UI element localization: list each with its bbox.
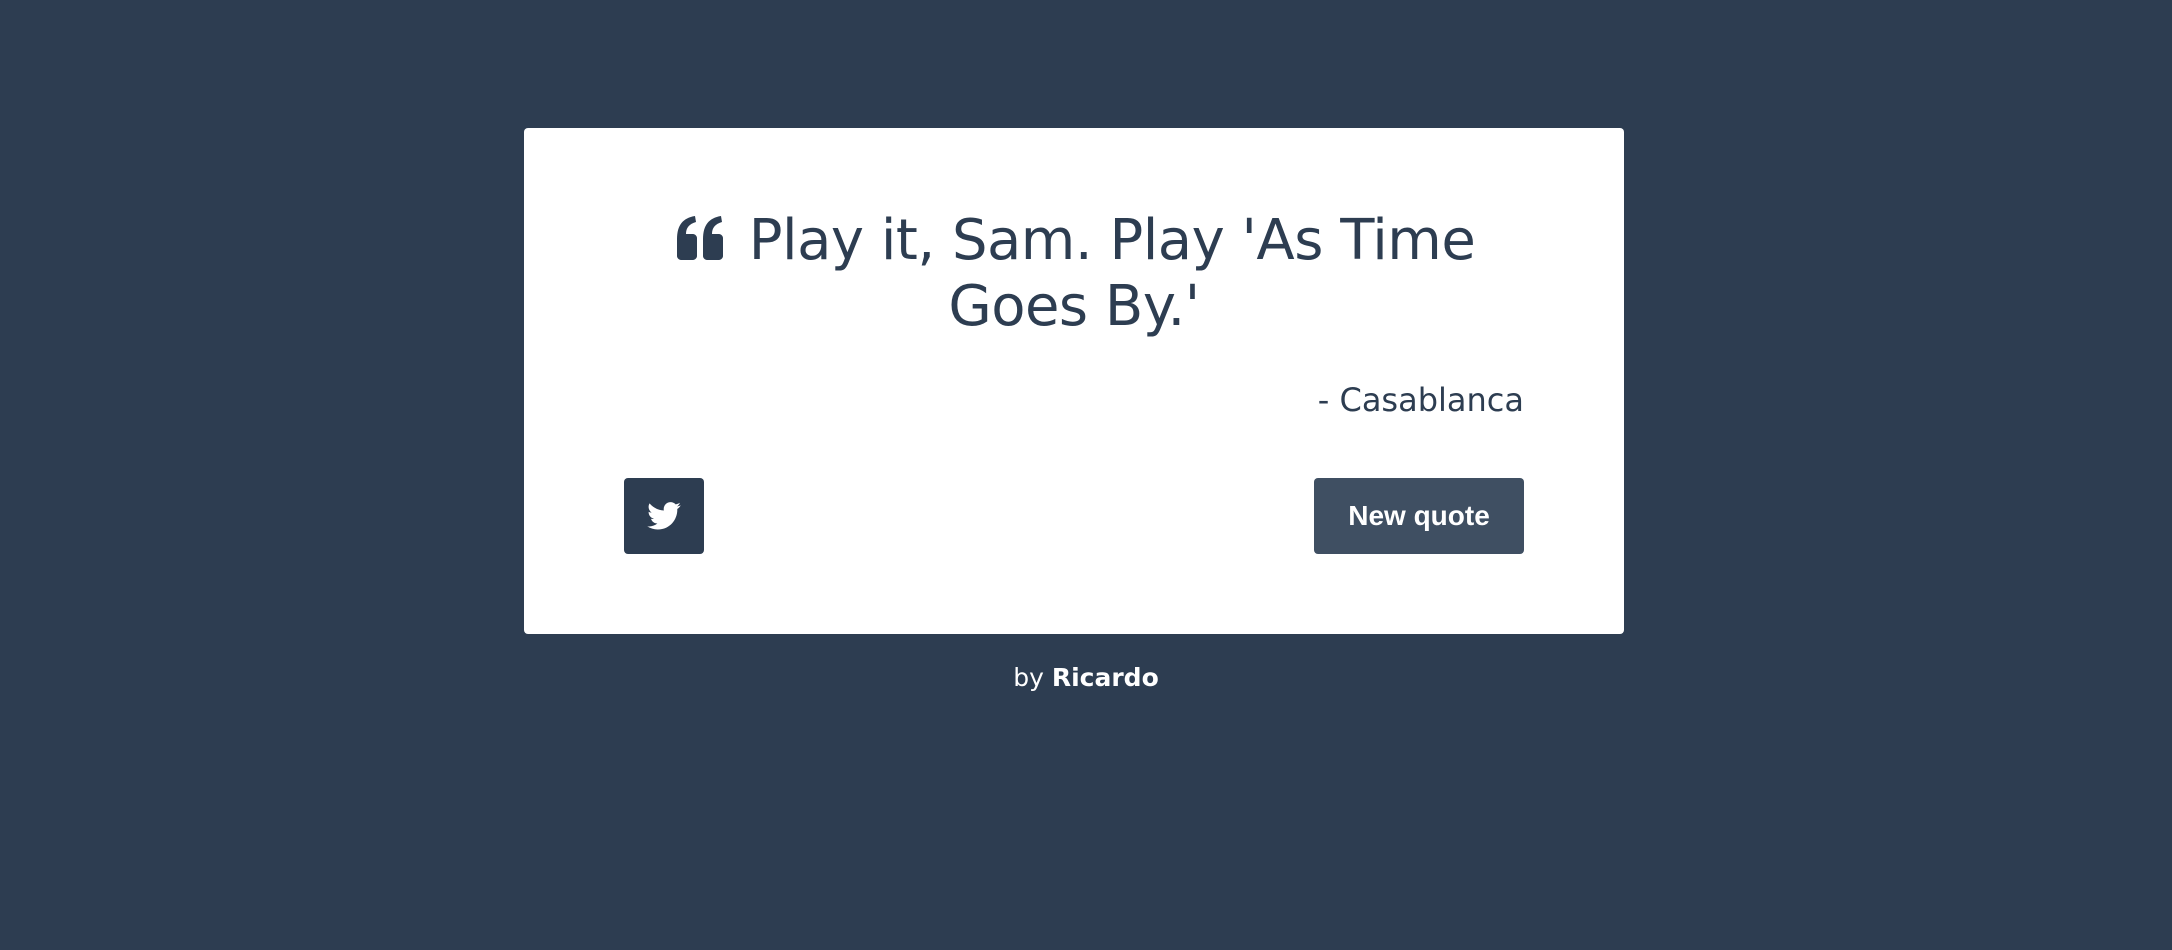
page: Play it, Sam. Play 'As Time Goes By.' - … xyxy=(0,0,2172,950)
footer: by Ricardo xyxy=(0,660,2172,696)
tweet-quote-button[interactable] xyxy=(624,478,704,554)
quote-text: Play it, Sam. Play 'As Time Goes By.' xyxy=(748,208,1476,339)
footer-prefix: by xyxy=(1013,663,1044,692)
quote-author: - Casablanca xyxy=(1317,381,1524,419)
quote-text-container: Play it, Sam. Play 'As Time Goes By.' xyxy=(624,208,1524,340)
quote-left-icon xyxy=(673,215,727,261)
twitter-icon xyxy=(647,502,681,530)
new-quote-button[interactable]: New quote xyxy=(1314,478,1524,554)
footer-author-link[interactable]: Ricardo xyxy=(1052,663,1159,692)
quote-box: Play it, Sam. Play 'As Time Goes By.' - … xyxy=(524,128,1624,634)
